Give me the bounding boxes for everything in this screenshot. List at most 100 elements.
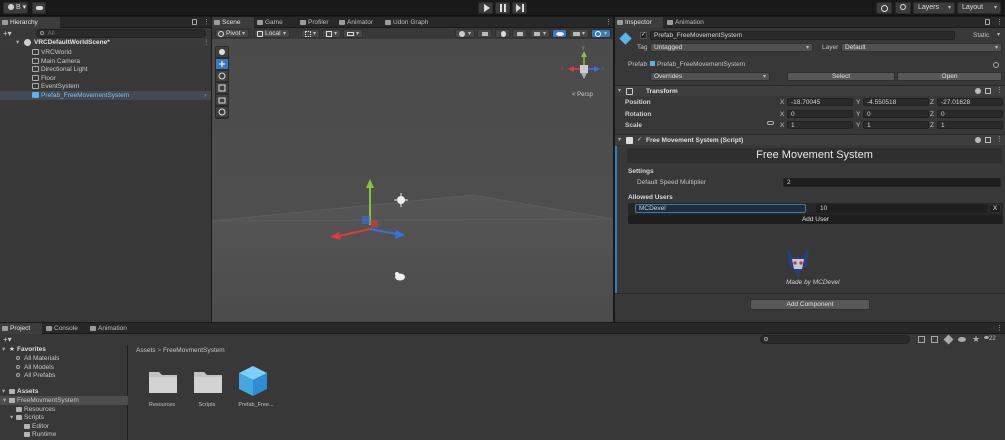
open-button[interactable]: Open bbox=[897, 72, 1002, 81]
transform-y-input[interactable]: -4.550518 bbox=[863, 98, 929, 106]
tab-scene[interactable]: Scene bbox=[212, 17, 254, 28]
hierarchy-search-input[interactable]: All bbox=[36, 29, 206, 38]
object-name-input[interactable]: Prefab_FreeMovementSystem bbox=[650, 31, 955, 40]
presets-icon[interactable] bbox=[985, 88, 991, 94]
more-icon[interactable]: ⋮ bbox=[203, 18, 210, 26]
shading-mode-dropdown[interactable] bbox=[455, 29, 475, 38]
account-dropdown[interactable]: B ▾ bbox=[3, 2, 28, 14]
search-by-label-icon[interactable] bbox=[931, 336, 938, 343]
hierarchy-item[interactable]: Prefab_FreeMovementSystem › bbox=[0, 90, 211, 100]
favorites-row[interactable]: ▾ ★ Favorites bbox=[0, 345, 128, 354]
scene-row[interactable]: ▾ VRCDefaultWorldScene* ⋮ bbox=[0, 38, 211, 47]
gizmos-dropdown[interactable] bbox=[591, 29, 611, 38]
breadcrumb-assets[interactable]: Assets bbox=[136, 347, 156, 354]
history-button[interactable] bbox=[876, 2, 892, 14]
asset-item[interactable]: Prefab_Free... bbox=[236, 365, 276, 413]
presets-icon[interactable] bbox=[985, 137, 991, 143]
layer-dropdown[interactable]: Default bbox=[841, 43, 1002, 52]
component-enabled-checkbox[interactable]: ✓ bbox=[637, 137, 644, 144]
script-header[interactable]: ▾ ✓ Free Movement System (Script) ⋮ bbox=[615, 134, 1005, 145]
asset-item[interactable]: Scripts bbox=[191, 365, 231, 413]
speed-input[interactable]: 2 bbox=[783, 178, 1001, 187]
tab-hierarchy[interactable]: Hierarchy bbox=[0, 17, 60, 28]
tag-icon[interactable] bbox=[943, 334, 954, 345]
scene-more-icon[interactable]: ⋮ bbox=[203, 38, 210, 47]
tab-animation[interactable]: Animation bbox=[665, 17, 715, 28]
select-button[interactable]: Select bbox=[787, 72, 895, 81]
tab-udon-graph[interactable]: Udon Graph bbox=[383, 17, 438, 28]
create-asset-button[interactable]: +▾ bbox=[3, 335, 17, 344]
transform-x-input[interactable]: -18.70045 bbox=[787, 98, 853, 106]
transform-z-input[interactable]: 1 bbox=[937, 121, 1003, 129]
persp-label[interactable]: < Persp bbox=[572, 92, 594, 98]
search-by-type-icon[interactable] bbox=[918, 336, 925, 343]
tab-project[interactable]: Project bbox=[0, 323, 42, 334]
more-icon[interactable]: ⋮ bbox=[996, 18, 1003, 26]
favorite-item[interactable]: All Prefabs bbox=[0, 371, 128, 380]
more-icon[interactable]: ⋮ bbox=[996, 86, 1003, 94]
assets-row[interactable]: ▾ Assets bbox=[0, 387, 128, 396]
open-prefab-arrow-icon[interactable]: › bbox=[204, 91, 206, 100]
tag-dropdown[interactable]: Untagged bbox=[650, 43, 813, 52]
add-component-button[interactable]: Add Component bbox=[750, 299, 870, 310]
local-dropdown[interactable]: Local bbox=[254, 29, 290, 38]
tab-game[interactable]: Game bbox=[255, 17, 297, 28]
2d-toggle[interactable] bbox=[477, 29, 492, 38]
lighting-toggle[interactable] bbox=[495, 29, 510, 38]
transform-x-input[interactable]: 1 bbox=[787, 121, 853, 129]
audio-toggle[interactable] bbox=[512, 29, 527, 38]
transform-y-input[interactable]: 1 bbox=[863, 121, 929, 129]
scene-viewport[interactable]: x z y < Persp bbox=[212, 39, 613, 322]
transform-z-input[interactable]: 0 bbox=[937, 109, 1003, 118]
pause-button[interactable] bbox=[495, 2, 510, 14]
scene-visibility-toggle[interactable] bbox=[552, 29, 567, 38]
star-icon: ★ bbox=[9, 346, 15, 353]
star-icon[interactable]: ★ bbox=[972, 334, 980, 345]
user-name-input[interactable]: MCDevel bbox=[635, 204, 806, 213]
step-button[interactable] bbox=[512, 2, 527, 14]
pivot-dropdown[interactable]: Pivot bbox=[215, 29, 249, 38]
grid-snap-dropdown[interactable] bbox=[301, 29, 320, 38]
increment-snap-dropdown[interactable] bbox=[343, 29, 363, 38]
transform-y-input[interactable]: 0 bbox=[863, 109, 929, 118]
eye-slash-icon[interactable] bbox=[958, 337, 966, 342]
transform-header[interactable]: ▾ Transform ⋮ bbox=[615, 85, 1005, 96]
camera-dropdown[interactable] bbox=[569, 29, 589, 38]
static-dropdown[interactable]: Static bbox=[973, 31, 1003, 40]
project-search-input[interactable] bbox=[760, 335, 910, 344]
snap-increment-dropdown[interactable] bbox=[322, 29, 341, 38]
create-button[interactable]: +▾ bbox=[3, 29, 17, 38]
tab-profiler[interactable]: Profiler bbox=[298, 17, 336, 28]
remove-user-button[interactable]: X bbox=[989, 204, 1001, 213]
asset-item[interactable]: Resources bbox=[146, 365, 186, 413]
constrain-proportions-icon[interactable] bbox=[767, 121, 774, 125]
overrides-dropdown[interactable]: Overrides bbox=[650, 72, 770, 81]
target-icon[interactable] bbox=[993, 62, 999, 68]
tab-animator[interactable]: Animator bbox=[337, 17, 382, 28]
more-icon[interactable]: ⋮ bbox=[996, 324, 1003, 332]
tab-inspector[interactable]: Inspector bbox=[615, 17, 663, 28]
help-icon[interactable] bbox=[975, 88, 981, 94]
user-speed-input[interactable]: 10 bbox=[816, 204, 987, 213]
add-user-button[interactable]: Add User bbox=[628, 215, 1003, 224]
transform-x-input[interactable]: 0 bbox=[787, 109, 853, 118]
breadcrumb-folder[interactable]: FreeMovmentSystem bbox=[163, 347, 225, 354]
hidden-packages-counter[interactable]: 22 bbox=[984, 335, 996, 344]
layers-dropdown[interactable]: Layers bbox=[913, 2, 955, 14]
lock-icon[interactable] bbox=[192, 19, 197, 25]
transform-z-input[interactable]: -27.01628 bbox=[937, 98, 1003, 106]
active-checkbox[interactable]: ✓ bbox=[640, 32, 647, 39]
tab-animation[interactable]: Animation bbox=[88, 323, 140, 334]
search-button[interactable] bbox=[895, 2, 911, 14]
lock-icon[interactable] bbox=[985, 19, 990, 25]
tab-console[interactable]: Console bbox=[44, 323, 86, 334]
play-button[interactable] bbox=[478, 2, 493, 14]
folder-tree-item[interactable]: Runtime bbox=[0, 430, 128, 439]
layout-dropdown[interactable]: Layout bbox=[957, 2, 1001, 14]
more-icon[interactable]: ⋮ bbox=[996, 135, 1003, 143]
prefab-asset-field[interactable]: Prefab_FreeMovementSystem bbox=[650, 60, 745, 69]
cloud-button[interactable] bbox=[32, 2, 46, 14]
help-icon[interactable] bbox=[975, 137, 981, 143]
more-icon[interactable]: ⋮ bbox=[605, 18, 612, 26]
effects-dropdown[interactable] bbox=[530, 29, 550, 38]
